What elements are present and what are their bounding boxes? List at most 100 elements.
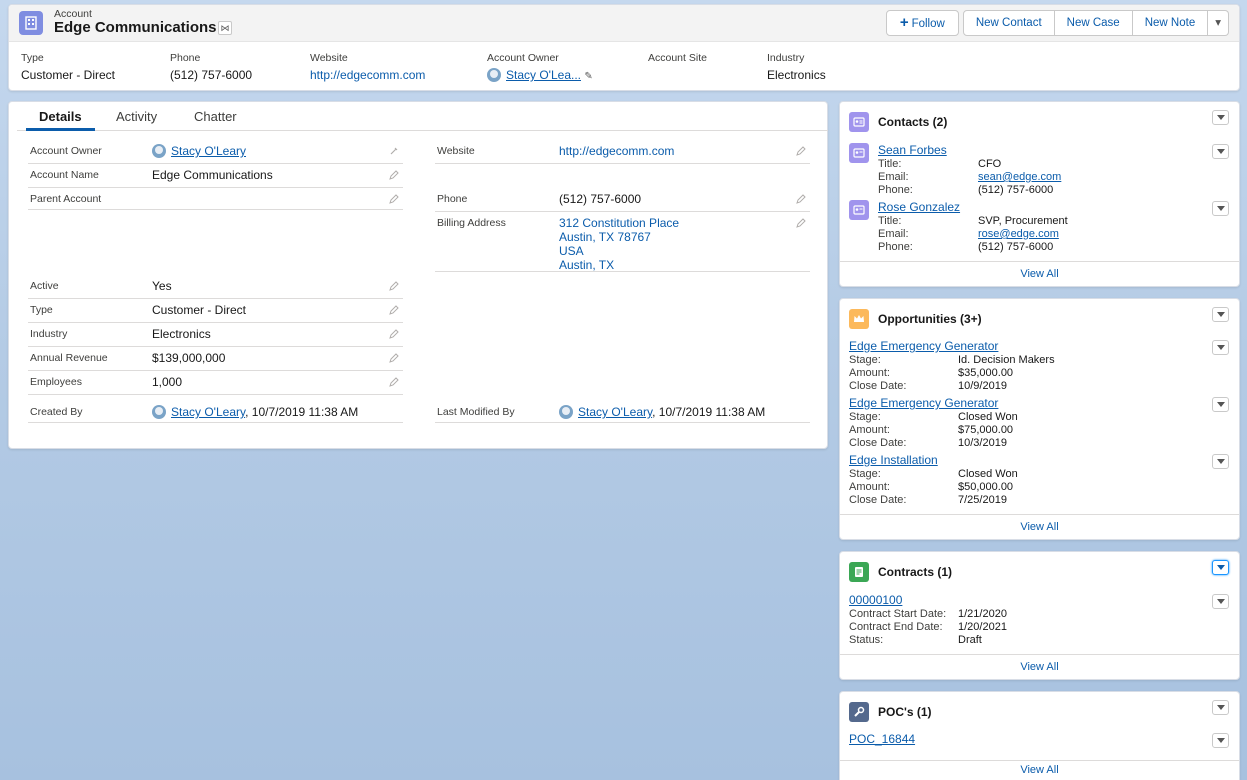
opportunity-link[interactable]: Edge Emergency Generator bbox=[849, 339, 998, 353]
billing-address-link[interactable]: 312 Constitution Place Austin, TX 78767 … bbox=[559, 216, 679, 272]
contract-row-menu[interactable] bbox=[1212, 594, 1229, 609]
pencil-icon[interactable] bbox=[389, 328, 399, 339]
opportunity-close-date: Close Date: 10/3/2019 bbox=[849, 437, 1007, 450]
contacts-menu-button[interactable] bbox=[1212, 110, 1229, 125]
field-row-active: Active Yes bbox=[28, 275, 403, 299]
opportunity-link[interactable]: Edge Installation bbox=[849, 453, 938, 467]
field-label: Account Owner bbox=[30, 145, 102, 157]
contact-row-menu[interactable] bbox=[1212, 144, 1229, 159]
follow-button[interactable]: + Follow bbox=[885, 10, 959, 36]
contracts-title[interactable]: Contracts (1) bbox=[878, 565, 952, 579]
opportunity-close-date: Close Date: 10/9/2019 bbox=[849, 380, 1007, 393]
field-value: Yes bbox=[152, 279, 172, 293]
field-label: Employees bbox=[30, 376, 82, 388]
email-link[interactable]: rose@edge.com bbox=[978, 228, 1059, 241]
contact-phone: Phone: (512) 757-6000 bbox=[878, 241, 1053, 254]
pencil-icon[interactable] bbox=[389, 304, 399, 315]
opportunity-close-date: Close Date: 7/25/2019 bbox=[849, 494, 1007, 507]
related-list-contracts: Contracts (1) 00000100 Contract Start Da… bbox=[839, 551, 1240, 680]
field-label: Billing Address bbox=[437, 217, 506, 229]
contact-title: Title: CFO bbox=[878, 158, 1001, 171]
opportunities-title[interactable]: Opportunities (3+) bbox=[878, 312, 982, 326]
kv-label: Title: bbox=[878, 158, 902, 170]
contract-status: Status: Draft bbox=[849, 634, 982, 647]
pocs-menu-button[interactable] bbox=[1212, 700, 1229, 715]
opportunities-view-all[interactable]: View All bbox=[840, 514, 1239, 539]
kv-label: Phone: bbox=[878, 184, 913, 196]
field-row-annual-revenue: Annual Revenue $139,000,000 bbox=[28, 347, 403, 371]
plus-icon: + bbox=[899, 14, 909, 31]
details-card: Details Activity Chatter Account Owner S… bbox=[8, 101, 828, 449]
field-value: Customer - Direct bbox=[21, 68, 116, 82]
user-avatar bbox=[487, 68, 501, 82]
pencil-icon[interactable] bbox=[389, 376, 399, 387]
kv-value: $75,000.00 bbox=[958, 424, 1014, 436]
user-avatar bbox=[152, 405, 166, 419]
pencil-icon[interactable] bbox=[389, 352, 399, 363]
opportunities-menu-button[interactable] bbox=[1212, 307, 1229, 322]
website-link[interactable]: http://edgecomm.com bbox=[559, 144, 674, 158]
new-case-button[interactable]: New Case bbox=[1054, 10, 1133, 36]
account-owner-link[interactable]: Stacy O'Leary bbox=[171, 144, 246, 158]
kv-value: SVP, Procurement bbox=[978, 215, 1068, 227]
wrench-icon bbox=[849, 702, 869, 722]
user-change-icon[interactable]: ✎ bbox=[584, 71, 592, 82]
contract-link[interactable]: 00000100 bbox=[849, 593, 902, 607]
kv-label: Stage: bbox=[849, 411, 881, 423]
field-label: Industry bbox=[30, 328, 68, 340]
contact-title: Title: SVP, Procurement bbox=[878, 215, 1068, 228]
last-modified-by-link[interactable]: Stacy O'Leary bbox=[578, 405, 652, 419]
poc-link[interactable]: POC_16844 bbox=[849, 732, 915, 746]
pocs-view-all[interactable]: View All bbox=[840, 760, 1239, 780]
highlights-top-bar: Account Edge Communications ⋈ + Follow Ne… bbox=[9, 5, 1239, 42]
field-value: 1,000 bbox=[152, 375, 183, 389]
address-line: USA bbox=[559, 244, 584, 258]
action-buttons: + Follow New Contact New Case New Note ▾ bbox=[885, 10, 1229, 36]
kv-value: Id. Decision Makers bbox=[958, 354, 1055, 366]
tab-chatter[interactable]: Chatter bbox=[194, 109, 237, 131]
opportunity-row-menu[interactable] bbox=[1212, 397, 1229, 412]
owner-link[interactable]: Stacy O'Lea... bbox=[506, 68, 581, 82]
website-link[interactable]: http://edgecomm.com bbox=[310, 68, 425, 82]
pencil-icon[interactable] bbox=[796, 217, 806, 228]
pencil-icon[interactable] bbox=[796, 193, 806, 204]
contracts-menu-button[interactable] bbox=[1212, 560, 1229, 575]
pencil-icon[interactable] bbox=[796, 145, 806, 156]
highlight-field-type: Type Customer - Direct bbox=[21, 52, 115, 82]
hierarchy-icon[interactable]: ⋈ bbox=[218, 21, 232, 35]
field-value: Electronics bbox=[152, 327, 211, 341]
pencil-icon[interactable] bbox=[389, 169, 399, 180]
user-change-icon[interactable] bbox=[389, 145, 399, 155]
opportunity-row-menu[interactable] bbox=[1212, 454, 1229, 469]
new-note-button[interactable]: New Note bbox=[1132, 10, 1209, 36]
opportunity-link[interactable]: Edge Emergency Generator bbox=[849, 396, 998, 410]
poc-row-menu[interactable] bbox=[1212, 733, 1229, 748]
contact-row-menu[interactable] bbox=[1212, 201, 1229, 216]
contacts-view-all[interactable]: View All bbox=[840, 261, 1239, 286]
contacts-title[interactable]: Contacts (2) bbox=[878, 115, 947, 129]
kv-label: Stage: bbox=[849, 354, 881, 366]
more-actions-button[interactable]: ▾ bbox=[1208, 10, 1229, 36]
kv-value: 10/9/2019 bbox=[958, 380, 1007, 392]
kv-label: Amount: bbox=[849, 481, 890, 493]
new-contact-button[interactable]: New Contact bbox=[962, 10, 1055, 36]
contact-link[interactable]: Rose Gonzalez bbox=[878, 200, 960, 214]
tab-details[interactable]: Details bbox=[26, 109, 95, 131]
created-by-link[interactable]: Stacy O'Leary bbox=[171, 405, 245, 419]
contracts-view-all[interactable]: View All bbox=[840, 654, 1239, 679]
kv-value: Closed Won bbox=[958, 468, 1018, 480]
pencil-icon[interactable] bbox=[389, 193, 399, 204]
field-label: Phone bbox=[170, 52, 201, 64]
pocs-title[interactable]: POC's (1) bbox=[878, 705, 932, 719]
opportunity-row-menu[interactable] bbox=[1212, 340, 1229, 355]
contact-link[interactable]: Sean Forbes bbox=[878, 143, 947, 157]
opportunity-amount: Amount: $50,000.00 bbox=[849, 481, 1013, 494]
contact-email: Email: rose@edge.com bbox=[878, 228, 1059, 241]
pencil-icon[interactable] bbox=[389, 280, 399, 291]
kv-label: Title: bbox=[878, 215, 902, 227]
email-link[interactable]: sean@edge.com bbox=[978, 171, 1061, 184]
field-value: $139,000,000 bbox=[152, 351, 226, 365]
field-label: Account Site bbox=[648, 52, 707, 64]
field-label: Industry bbox=[767, 52, 805, 64]
tab-activity[interactable]: Activity bbox=[116, 109, 157, 131]
